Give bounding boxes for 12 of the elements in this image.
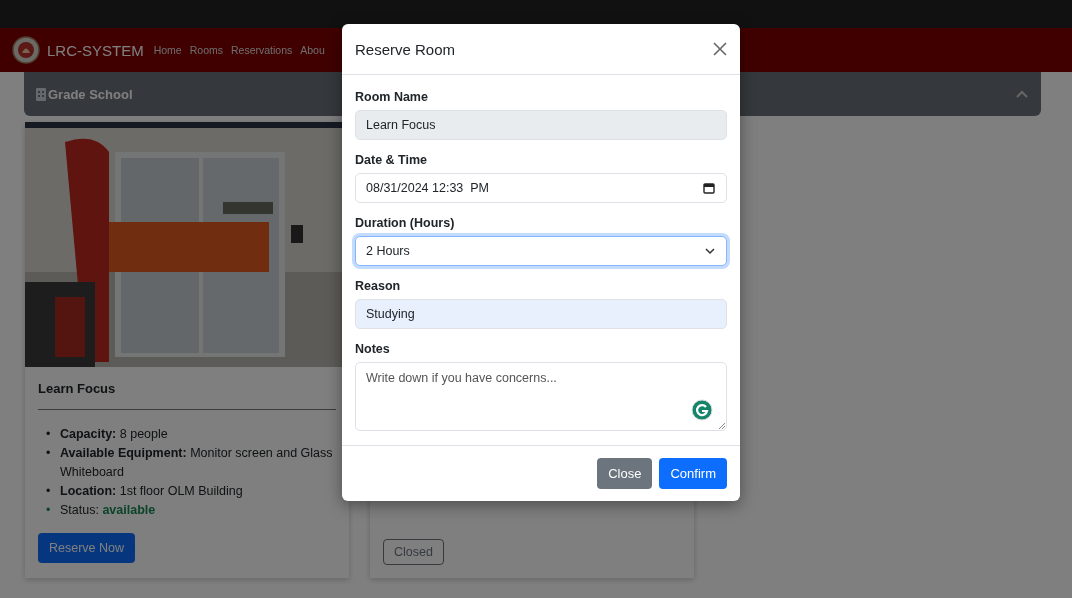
detail-item: • Location: 1st floor OLM Building xyxy=(46,483,244,500)
detail-item: • Capacity: 8 people xyxy=(46,426,169,443)
field-label: Date & Time xyxy=(355,153,428,167)
room-title: Learn Focus xyxy=(38,381,117,396)
section-title: Grade School xyxy=(48,86,133,102)
field-label: Notes xyxy=(355,342,391,356)
field-label: Duration (Hours) xyxy=(355,216,456,230)
field-label: Room Name xyxy=(355,90,429,104)
detail-item: • Available Equipment: Monitor screen and Glass Whiteboard xyxy=(46,445,334,481)
modal-title: Reserve Room xyxy=(355,40,456,58)
status-item: • Status: available xyxy=(46,502,157,519)
field-label: Reason xyxy=(355,279,402,293)
